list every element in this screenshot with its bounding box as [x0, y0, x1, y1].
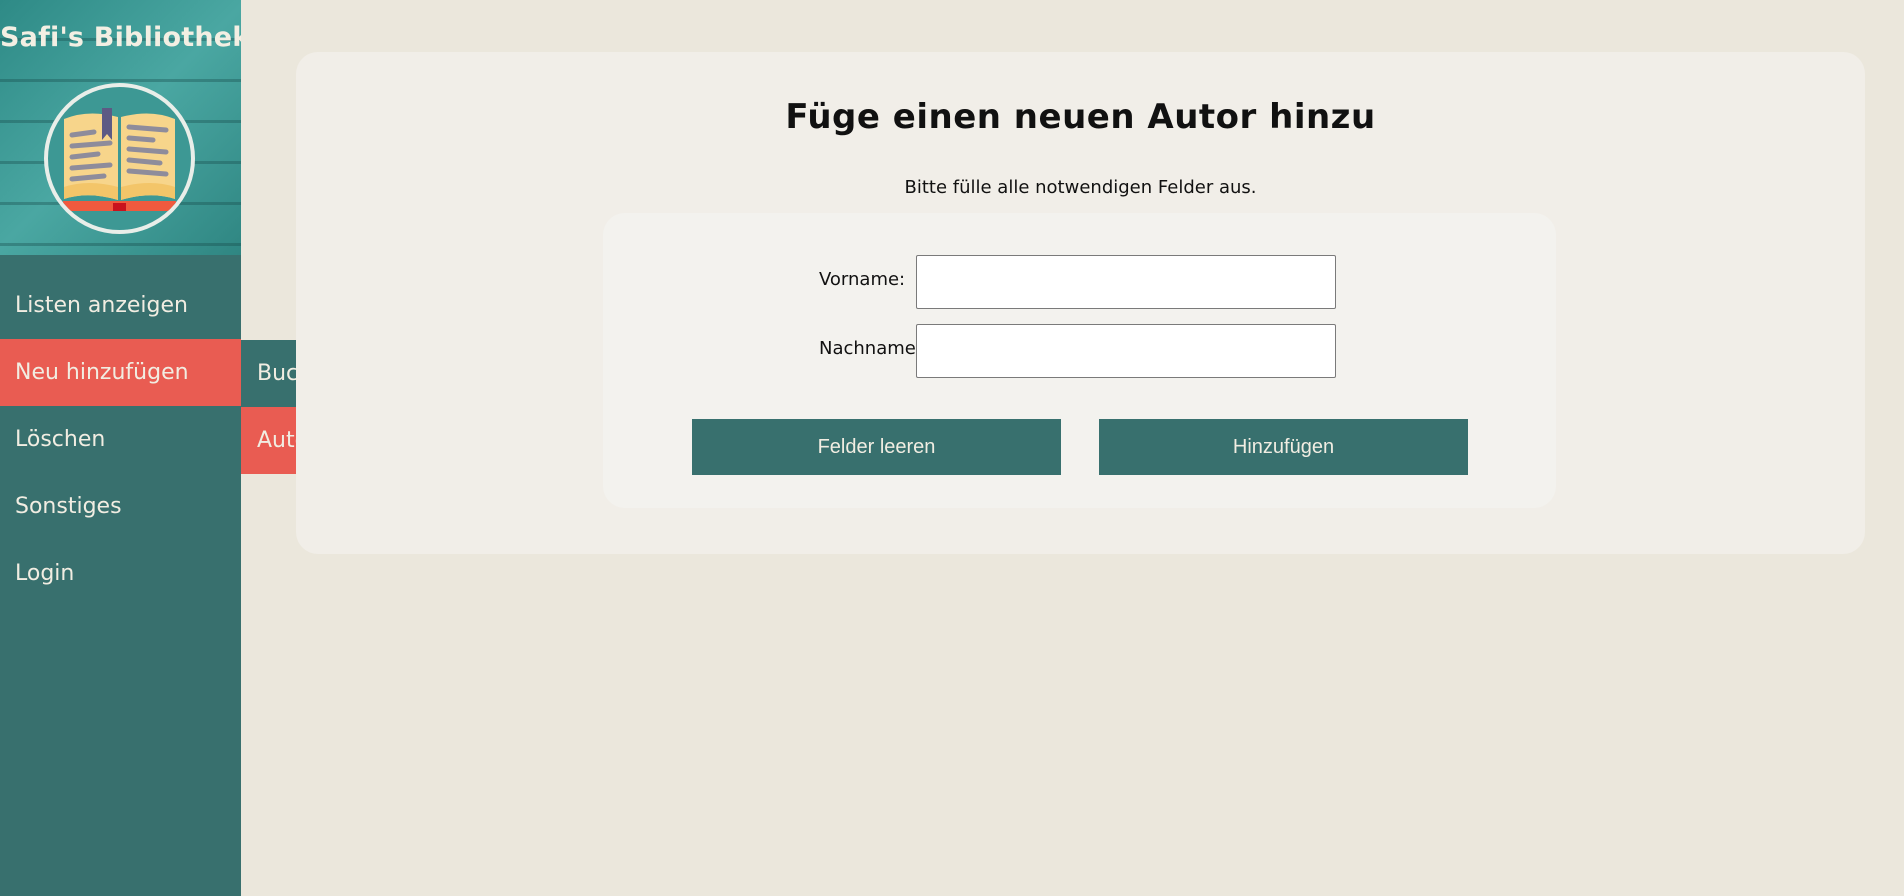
firstname-input[interactable]: [916, 255, 1336, 309]
content-panel: Füge einen neuen Autor hinzu Bitte fülle…: [296, 52, 1865, 554]
sidebar-item-sonstiges[interactable]: Sonstiges: [0, 473, 241, 540]
form-hint: Bitte fülle alle notwendigen Felder aus.: [904, 177, 1257, 198]
sidebar-item-login[interactable]: Login: [0, 540, 241, 607]
logo[interactable]: [44, 83, 195, 234]
brand-title: Safi's Bibliothek: [0, 22, 241, 53]
firstname-label: Vorname:: [819, 269, 906, 290]
author-form: Vorname: Nachname: Felder leeren Hinzufü…: [603, 213, 1556, 508]
clear-fields-button[interactable]: Felder leeren: [692, 419, 1061, 475]
open-book-icon: [63, 108, 176, 211]
sidebar: Safi's Bibliothek Listen anzeigen Neu hi…: [0, 0, 241, 896]
lastname-label: Nachname:: [819, 338, 922, 359]
sidebar-item-neu-hinzufuegen[interactable]: Neu hinzufügen: [0, 339, 241, 406]
sidebar-item-loeschen[interactable]: Löschen: [0, 406, 241, 473]
sidebar-header: Safi's Bibliothek: [0, 0, 241, 255]
lastname-input[interactable]: [916, 324, 1336, 378]
add-author-button[interactable]: Hinzufügen: [1099, 419, 1468, 475]
sidebar-item-listen-anzeigen[interactable]: Listen anzeigen: [0, 272, 241, 339]
page-title: Füge einen neuen Autor hinzu: [785, 97, 1376, 137]
main-nav: Listen anzeigen Neu hinzufügen Löschen S…: [0, 272, 241, 607]
